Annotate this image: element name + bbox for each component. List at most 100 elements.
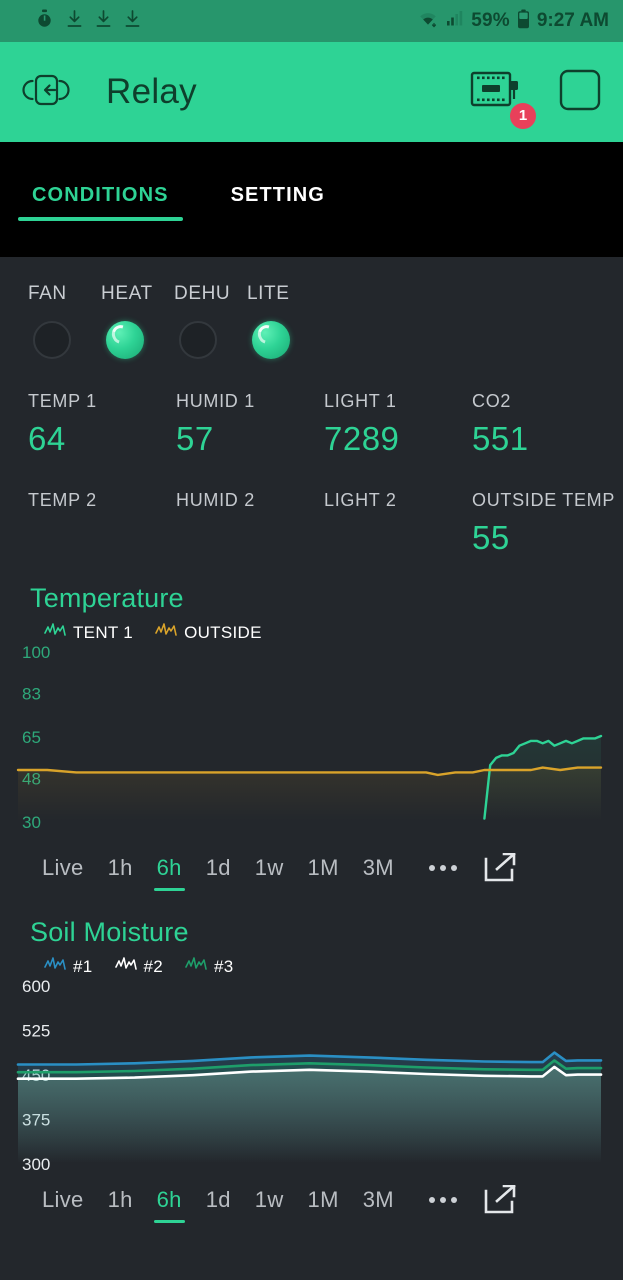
legend-label: TENT 1 [73,622,134,642]
sensor-label: HUMID 2 [176,490,255,510]
sensor-humid-2: HUMID 2 [176,490,324,561]
sensor-humid-1: HUMID 1 57 [176,391,324,462]
app-root: 59% 9:27 AM Relay 1 CONDITIONS SETTING F… [0,0,623,1280]
range-1h[interactable]: 1h [96,1183,145,1225]
tab-conditions[interactable]: CONDITIONS [18,184,183,221]
range-1d[interactable]: 1d [194,1183,243,1225]
relay-label: HEAT [101,283,153,304]
sensor-row-2: TEMP 2 HUMID 2 LIGHT 2 OUTSIDE TEMP 55 [0,490,623,561]
chart-temperature: Temperature TENT 1 OUTSIDE 10083654830 [0,583,623,895]
chart-plot-soil[interactable]: 600525450375300 [0,977,623,1175]
legend-item-soil-3[interactable]: #3 [185,956,234,977]
relay-led-dehu[interactable] [179,321,217,359]
relay-fan[interactable]: FAN [28,283,101,359]
ellipsis-icon[interactable] [406,859,472,885]
sensor-temp-2: TEMP 2 [28,490,176,561]
relay-heat[interactable]: HEAT [101,283,174,359]
range-1M[interactable]: 1M [296,1183,351,1225]
relay-led-lite[interactable] [252,321,290,359]
microchip-icon[interactable]: 1 [469,68,538,131]
sensor-label: HUMID 1 [176,391,255,411]
download-icon [96,9,111,33]
clock: 9:27 AM [536,10,609,31]
line-series-icon [44,956,66,977]
sensor-row-1: TEMP 1 64 HUMID 1 57 LIGHT 1 7289 CO2 55… [0,391,623,462]
battery-icon [517,9,530,34]
sensor-value: 7289 [324,420,400,457]
range-selector-temperature: Live 1h 6h 1d 1w 1M 3M [0,843,623,895]
tab-setting[interactable]: SETTING [217,184,339,221]
range-1w[interactable]: 1w [243,1183,296,1225]
legend-label: OUTSIDE [184,622,262,642]
chart-plot-temperature[interactable]: 10083654830 [0,643,623,843]
open-in-new-icon[interactable] [472,1181,528,1227]
line-series-icon [114,956,137,977]
app-bar-actions: 1 [469,68,601,131]
range-1w[interactable]: 1w [243,851,296,893]
sensor-value: 64 [28,420,66,457]
sensor-temp-1: TEMP 1 64 [28,391,176,462]
page-title: Relay [106,72,197,111]
legend-label: #2 [143,956,164,976]
sensor-value: 57 [176,420,214,457]
status-bar-right: 59% 9:27 AM [418,9,609,34]
sensor-label: CO2 [472,391,512,411]
tab-bar: CONDITIONS SETTING [0,142,623,257]
sensor-light-1: LIGHT 1 7289 [324,391,472,462]
svg-text:83: 83 [22,684,41,703]
chart-legend-soil: #1 #2 #3 [0,948,623,977]
stopwatch-icon [36,9,53,33]
download-icon [67,9,82,33]
sensor-label: LIGHT 1 [324,391,397,411]
legend-item-outside[interactable]: OUTSIDE [155,622,262,643]
sensor-co2: CO2 551 [472,391,620,462]
chart-title: Soil Moisture [30,917,189,947]
sensor-value [324,519,472,561]
legend-item-soil-2[interactable]: #2 [114,956,164,977]
relay-toggle-row: FAN HEAT DEHU LITE [0,257,623,359]
ellipsis-icon[interactable] [406,1191,472,1217]
relay-label: DEHU [174,283,231,304]
cell-signal-icon [445,10,464,33]
range-1M[interactable]: 1M [296,851,351,893]
chart-legend-temperature: TENT 1 OUTSIDE [0,614,623,643]
range-1d[interactable]: 1d [194,851,243,893]
chart-title: Temperature [30,583,184,613]
svg-text:100: 100 [22,643,50,662]
range-live[interactable]: Live [30,851,96,893]
sensor-label: OUTSIDE TEMP [472,490,616,510]
range-live[interactable]: Live [30,1183,96,1225]
range-selector-soil: Live 1h 6h 1d 1w 1M 3M [0,1175,623,1227]
exit-to-app-icon[interactable] [22,66,70,119]
range-1h[interactable]: 1h [96,851,145,893]
svg-text:65: 65 [22,728,41,747]
legend-label: #1 [73,956,93,976]
sensor-label: TEMP 1 [28,391,97,411]
relay-led-heat[interactable] [106,321,144,359]
sensor-value: 551 [472,420,529,457]
sensor-value: 55 [472,519,510,556]
status-bar: 59% 9:27 AM [0,0,623,42]
relay-led-fan[interactable] [33,321,71,359]
square-outline-icon[interactable] [559,69,601,116]
wifi-icon [418,10,438,33]
relay-label: LITE [247,283,290,304]
svg-text:600: 600 [22,977,50,996]
line-series-icon [185,956,207,977]
download-icon [125,9,140,33]
relay-lite[interactable]: LITE [247,283,320,359]
status-bar-left-icons [36,9,140,33]
open-in-new-icon[interactable] [472,849,528,895]
sensor-value [28,519,176,561]
range-3M[interactable]: 3M [351,1183,406,1225]
sensor-light-2: LIGHT 2 [324,490,472,561]
svg-text:525: 525 [22,1022,50,1041]
legend-item-tent1[interactable]: TENT 1 [44,622,133,643]
relay-dehu[interactable]: DEHU [174,283,247,359]
sensor-label: TEMP 2 [28,490,97,510]
range-3M[interactable]: 3M [351,851,406,893]
sensor-label: LIGHT 2 [324,490,397,510]
range-6h[interactable]: 6h [145,851,194,893]
range-6h[interactable]: 6h [145,1183,194,1225]
legend-item-soil-1[interactable]: #1 [44,956,93,977]
